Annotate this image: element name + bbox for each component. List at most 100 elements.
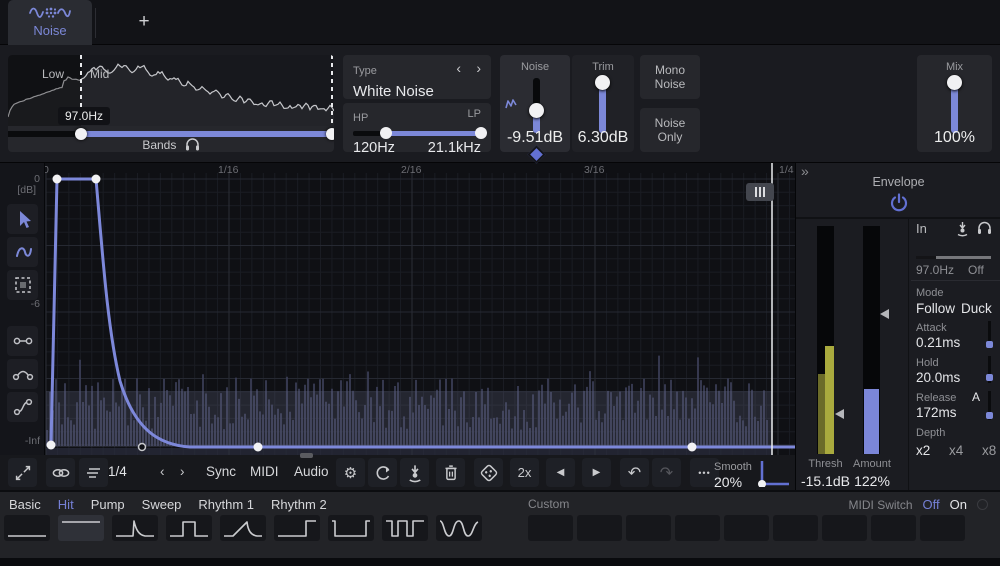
depth-x4-option[interactable]: x4: [949, 443, 963, 458]
spectrum-display[interactable]: Low Mid 97.0Hz: [8, 55, 334, 126]
custom-slot-6[interactable]: [773, 515, 818, 541]
mix-slider[interactable]: [951, 78, 958, 133]
randomize-button[interactable]: [474, 458, 503, 487]
thresh-marker[interactable]: [835, 409, 844, 419]
hp-lp-slider[interactable]: [353, 131, 481, 136]
link-button[interactable]: [46, 458, 75, 487]
smooth-slider-handle[interactable]: [758, 480, 766, 487]
preset-category-sweep[interactable]: Sweep: [142, 497, 182, 512]
preset-shape-double-wave[interactable]: [436, 515, 482, 541]
tool-draw[interactable]: [7, 237, 38, 267]
shift-left-button[interactable]: ◀: [546, 458, 575, 487]
custom-slot-3[interactable]: [626, 515, 671, 541]
preset-shape-double-pulse[interactable]: [382, 515, 428, 541]
type-prev-button[interactable]: ‹: [456, 60, 461, 76]
trim-value[interactable]: 6.30dB: [572, 129, 634, 147]
fullscreen-button[interactable]: [8, 458, 37, 487]
double-pattern-button[interactable]: 2x: [510, 458, 539, 487]
rate-value[interactable]: 1/4: [108, 464, 127, 479]
attack-mini-slider[interactable]: [988, 321, 991, 348]
hp-value[interactable]: 120Hz: [353, 140, 395, 156]
undo-button[interactable]: ↶: [620, 458, 649, 487]
audio-trigger-source-button[interactable]: [400, 458, 429, 487]
release-mini-slider[interactable]: [988, 391, 991, 420]
tool-scurve[interactable]: [7, 392, 38, 422]
rate-next-button[interactable]: ›: [180, 464, 185, 479]
envelope-editor[interactable]: 0 1/16 2/16 3/16 1/4 0 [dB] -6 -Inf: [0, 162, 795, 455]
preset-shape-notch-u[interactable]: [328, 515, 374, 541]
shift-right-button[interactable]: ▶: [582, 458, 611, 487]
midi-switch-off[interactable]: Off: [923, 497, 940, 512]
custom-slot-9[interactable]: [920, 515, 965, 541]
mode-duck-option[interactable]: Duck: [961, 301, 992, 316]
preset-category-hit[interactable]: Hit: [58, 497, 74, 512]
tool-cursor[interactable]: [7, 204, 38, 234]
envelope-editor-canvas[interactable]: [0, 163, 795, 456]
lp-value[interactable]: 21.1kHz: [428, 140, 481, 156]
rate-prev-button[interactable]: ‹: [160, 464, 165, 479]
preset-shape-hit-decay[interactable]: [112, 515, 158, 541]
power-icon[interactable]: [889, 192, 909, 214]
noise-slider-handle[interactable]: [529, 103, 544, 118]
preset-shape-step-up[interactable]: [274, 515, 320, 541]
amount-marker[interactable]: [880, 309, 889, 319]
trim-slider-handle[interactable]: [595, 75, 610, 90]
redo-button[interactable]: ↷: [652, 458, 681, 487]
custom-slot-1[interactable]: [528, 515, 573, 541]
custom-slot-4[interactable]: [675, 515, 720, 541]
mono-noise-button[interactable]: Mono Noise: [640, 55, 700, 99]
editor-grip-handle[interactable]: [746, 183, 774, 201]
type-value[interactable]: White Noise: [353, 83, 481, 100]
custom-slot-2[interactable]: [577, 515, 622, 541]
custom-slot-7[interactable]: [822, 515, 867, 541]
midi-switch-on[interactable]: On: [950, 497, 967, 512]
release-a-badge[interactable]: A: [972, 390, 980, 404]
preset-shape-flat-high[interactable]: [58, 515, 104, 541]
thresh-value[interactable]: -15.1dB: [797, 473, 854, 489]
thresh-meter[interactable]: [817, 226, 834, 454]
trim-slider[interactable]: [599, 78, 606, 133]
amount-value[interactable]: 122%: [849, 473, 895, 489]
preset-category-rhythm-1[interactable]: Rhythm 1: [198, 497, 254, 512]
preset-shape-square-pulse[interactable]: [166, 515, 212, 541]
smooth-slider[interactable]: [755, 459, 791, 487]
in-freq-value[interactable]: 97.0Hz: [916, 263, 954, 277]
mix-slider-handle[interactable]: [947, 75, 962, 90]
tool-line[interactable]: [7, 326, 38, 356]
tool-marquee[interactable]: [7, 270, 38, 300]
noise-slider[interactable]: [533, 78, 540, 133]
audition-headphones-icon[interactable]: [977, 220, 992, 235]
depth-x8-option[interactable]: x8: [982, 443, 996, 458]
release-value[interactable]: 172ms: [916, 405, 957, 420]
pattern-steps-button[interactable]: [79, 458, 108, 487]
in-freq-slider[interactable]: [916, 256, 991, 259]
preset-shape-ramp-decay[interactable]: [220, 515, 266, 541]
loop-button[interactable]: [368, 458, 397, 487]
custom-slot-5[interactable]: [724, 515, 769, 541]
hold-value[interactable]: 20.0ms: [916, 370, 960, 385]
smooth-value[interactable]: 20%: [714, 474, 742, 490]
in-off-value[interactable]: Off: [968, 263, 984, 277]
lp-handle[interactable]: [475, 127, 487, 139]
settings-button[interactable]: ⚙: [336, 458, 365, 487]
hold-mini-slider[interactable]: [988, 356, 991, 383]
bands-row[interactable]: Bands: [8, 137, 334, 152]
custom-slot-8[interactable]: [871, 515, 916, 541]
preset-category-pump[interactable]: Pump: [91, 497, 125, 512]
preset-category-basic[interactable]: Basic: [9, 497, 41, 512]
trigger-sync-option[interactable]: Sync: [206, 464, 236, 479]
mix-value[interactable]: 100%: [917, 129, 992, 147]
add-tab-button[interactable]: +: [130, 8, 158, 36]
amount-meter[interactable]: [863, 226, 880, 454]
headphones-icon[interactable]: [185, 137, 200, 151]
band-spectrum-panel[interactable]: Low Mid 97.0Hz Bands: [8, 55, 334, 152]
hp-handle[interactable]: [380, 127, 392, 139]
tab-noise[interactable]: Noise: [8, 0, 92, 45]
preset-category-rhythm-2[interactable]: Rhythm 2: [271, 497, 327, 512]
type-next-button[interactable]: ›: [476, 60, 481, 76]
depth-x2-option[interactable]: x2: [916, 443, 930, 458]
trigger-audio-option[interactable]: Audio: [294, 464, 329, 479]
noise-only-button[interactable]: Noise Only: [640, 108, 700, 152]
preset-shape-flat-low[interactable]: [4, 515, 50, 541]
midi-learn-icon[interactable]: [977, 499, 988, 510]
